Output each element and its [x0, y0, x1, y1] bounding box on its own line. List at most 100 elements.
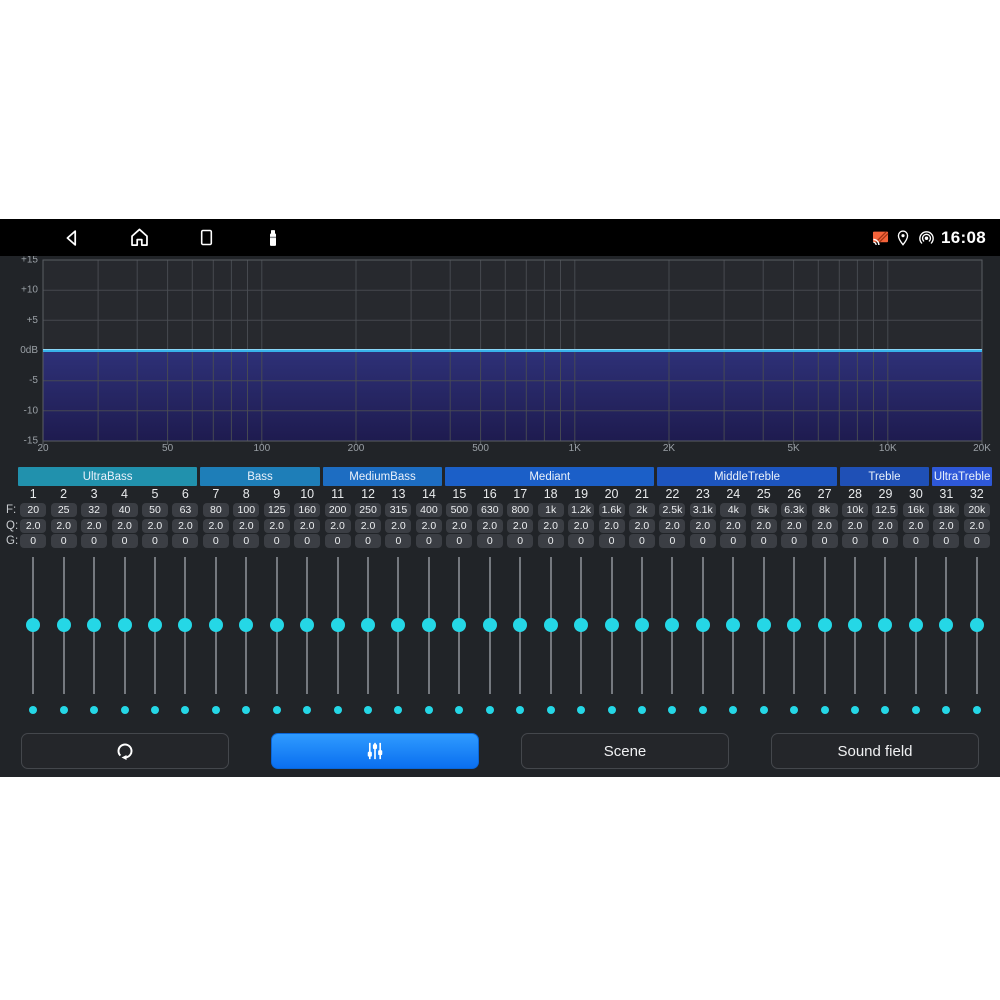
sound-field-button[interactable]: Sound field	[771, 733, 979, 769]
band-gain-slider[interactable]	[688, 550, 718, 700]
band-gain-slider[interactable]	[505, 550, 535, 700]
band-gain-slider[interactable]	[322, 550, 352, 700]
band-column: 191.2k2.00	[566, 487, 596, 714]
recents-button[interactable]	[194, 226, 218, 250]
slider-thumb[interactable]	[726, 618, 740, 632]
band-indicator-dot	[334, 706, 342, 714]
slider-thumb[interactable]	[635, 618, 649, 632]
band-column: 2912.52.00	[870, 487, 900, 714]
slider-thumb[interactable]	[391, 618, 405, 632]
slider-thumb[interactable]	[452, 618, 466, 632]
band-gain-slider[interactable]	[962, 550, 992, 700]
band-gain-slider[interactable]	[140, 550, 170, 700]
slider-thumb[interactable]	[483, 618, 497, 632]
band-group-ultrabass: UltraBass	[18, 467, 197, 486]
band-gain-slider[interactable]	[18, 550, 48, 700]
bottom-toolbar: Scene Sound field	[0, 733, 1000, 769]
band-column: 3016k2.00	[901, 487, 931, 714]
band-gain-slider[interactable]	[657, 550, 687, 700]
slider-thumb[interactable]	[209, 618, 223, 632]
slider-thumb[interactable]	[57, 618, 71, 632]
band-gain-slider[interactable]	[779, 550, 809, 700]
band-gain-slider[interactable]	[627, 550, 657, 700]
band-gain-slider[interactable]	[414, 550, 444, 700]
band-gain-slider[interactable]	[566, 550, 596, 700]
svg-text:1K: 1K	[569, 443, 582, 454]
band-gain-slider[interactable]	[109, 550, 139, 700]
slider-thumb[interactable]	[605, 618, 619, 632]
home-button[interactable]	[127, 226, 151, 250]
band-gain-slider[interactable]	[718, 550, 748, 700]
band-indicator-dot	[790, 706, 798, 714]
band-gain-slider[interactable]	[809, 550, 839, 700]
band-freq-chip: 200	[325, 503, 351, 517]
slider-thumb[interactable]	[270, 618, 284, 632]
band-gain-slider[interactable]	[535, 550, 565, 700]
slider-thumb[interactable]	[939, 618, 953, 632]
band-gain-slider[interactable]	[48, 550, 78, 700]
band-column: 212k2.00	[627, 487, 657, 714]
equalizer-tab-button[interactable]	[271, 733, 479, 769]
band-gain-slider[interactable]	[353, 550, 383, 700]
scene-button[interactable]: Scene	[521, 733, 729, 769]
reset-button[interactable]	[21, 733, 229, 769]
band-gain-slider[interactable]	[262, 550, 292, 700]
slider-thumb[interactable]	[361, 618, 375, 632]
eq-graph-svg: +15+10+50dB-5-10-1520501002005001K2K5K10…	[0, 256, 1000, 456]
band-freq-chip: 315	[385, 503, 411, 517]
band-column: 278k2.00	[809, 487, 839, 714]
band-gain-slider[interactable]	[383, 550, 413, 700]
band-q-chip: 2.0	[568, 519, 594, 533]
slider-thumb[interactable]	[544, 618, 558, 632]
band-gain-slider[interactable]	[931, 550, 961, 700]
slider-thumb[interactable]	[422, 618, 436, 632]
band-freq-chip: 160	[294, 503, 320, 517]
band-q-chip: 2.0	[81, 519, 107, 533]
slider-thumb[interactable]	[818, 618, 832, 632]
band-indicator-dot	[394, 706, 402, 714]
band-gain-slider[interactable]	[170, 550, 200, 700]
slider-thumb[interactable]	[848, 618, 862, 632]
band-freq-chip: 2.5k	[659, 503, 685, 517]
band-gain-slider[interactable]	[901, 550, 931, 700]
slider-thumb[interactable]	[331, 618, 345, 632]
svg-text:+10: +10	[21, 285, 38, 296]
slider-thumb[interactable]	[878, 618, 892, 632]
slider-thumb[interactable]	[574, 618, 588, 632]
slider-thumb[interactable]	[26, 618, 40, 632]
slider-thumb[interactable]	[300, 618, 314, 632]
slider-thumb[interactable]	[696, 618, 710, 632]
band-gain-slider[interactable]	[475, 550, 505, 700]
band-gain-chip: 0	[355, 534, 381, 548]
band-gain-slider[interactable]	[231, 550, 261, 700]
slider-thumb[interactable]	[665, 618, 679, 632]
band-gain-slider[interactable]	[201, 550, 231, 700]
band-gain-slider[interactable]	[596, 550, 626, 700]
slider-thumb[interactable]	[239, 618, 253, 632]
band-indicator-dot	[881, 706, 889, 714]
slider-thumb[interactable]	[148, 618, 162, 632]
slider-thumb[interactable]	[970, 618, 984, 632]
band-group-bass: Bass	[200, 467, 320, 486]
head-unit-screen: 16:08 +15+10+50dB-5-10-1520501002005001K…	[0, 219, 1000, 777]
band-gain-slider[interactable]	[870, 550, 900, 700]
band-column: 144002.00	[414, 487, 444, 714]
slider-thumb[interactable]	[87, 618, 101, 632]
band-gain-slider[interactable]	[292, 550, 322, 700]
back-button[interactable]	[60, 226, 84, 250]
usb-storage-button[interactable]	[261, 226, 285, 250]
band-column: 101602.00	[292, 487, 322, 714]
band-gain-chip: 0	[325, 534, 351, 548]
status-clock: 16:08	[941, 228, 986, 248]
band-gain-slider[interactable]	[79, 550, 109, 700]
slider-thumb[interactable]	[178, 618, 192, 632]
band-gain-slider[interactable]	[444, 550, 474, 700]
slider-thumb[interactable]	[118, 618, 132, 632]
band-gain-slider[interactable]	[840, 550, 870, 700]
slider-thumb[interactable]	[513, 618, 527, 632]
slider-thumb[interactable]	[909, 618, 923, 632]
slider-thumb[interactable]	[787, 618, 801, 632]
slider-thumb[interactable]	[757, 618, 771, 632]
band-indicator-dot	[638, 706, 646, 714]
band-gain-slider[interactable]	[749, 550, 779, 700]
